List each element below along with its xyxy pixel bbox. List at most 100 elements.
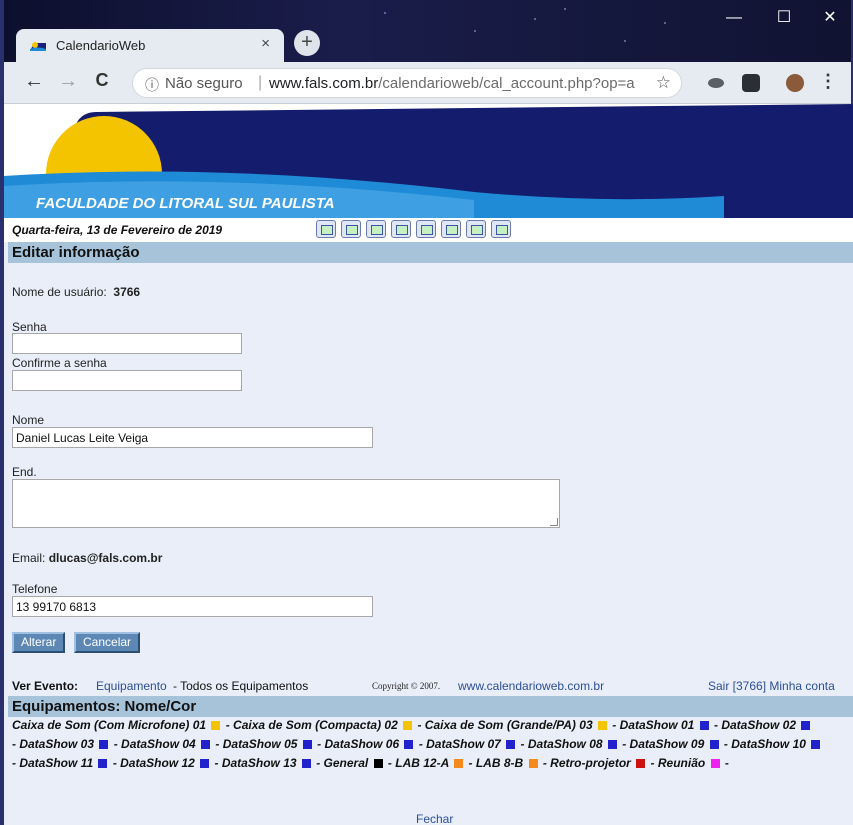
color-swatch [506, 740, 516, 750]
browser-window: CalendarioWeb × + — ☐ ✕ ← → C ⓘ Não segu… [0, 0, 853, 825]
tab-close-icon[interactable]: × [261, 35, 270, 52]
bg-star [474, 30, 476, 32]
confirm-password-field[interactable] [12, 370, 242, 391]
email-value: dlucas@fals.com.br [48, 551, 163, 565]
legend-item: - DataShow 11 [12, 756, 109, 770]
extension-icon[interactable] [708, 78, 724, 88]
color-swatch [211, 721, 221, 731]
color-swatch [201, 740, 211, 750]
print-icon[interactable] [491, 220, 511, 238]
color-swatch [404, 740, 414, 750]
date-bar: Quarta-feira, 13 de Fevereiro de 2019 [4, 218, 853, 242]
color-swatch [801, 721, 811, 731]
address-textarea[interactable] [12, 479, 560, 528]
legend-item: - General [316, 756, 384, 770]
password-field[interactable] [12, 333, 242, 354]
password-label: Senha [12, 320, 47, 334]
legend-item-name: - Caixa de Som (Compacta) 02 [225, 718, 402, 732]
color-swatch [99, 740, 109, 750]
export-icon[interactable] [416, 220, 436, 238]
day-view-icon[interactable] [316, 220, 336, 238]
legend-item-name: - DataShow 01 [612, 718, 698, 732]
legend-item: - LAB 12-A [388, 756, 465, 770]
logo-subtitle: FACULDADE DO LITORAL SUL PAULISTA [36, 195, 335, 212]
bookmark-star-icon[interactable]: ☆ [656, 73, 671, 93]
legend-item-name: - LAB 8-B [468, 756, 527, 770]
phone-field[interactable] [12, 596, 373, 617]
color-swatch [709, 740, 719, 750]
name-field[interactable] [12, 427, 373, 448]
fals-banner: FALS FACULDADE DO LITORAL SUL PAULISTA [4, 104, 853, 218]
forward-button[interactable]: → [56, 70, 80, 93]
browser-menu-icon[interactable]: ⋮ [819, 71, 837, 92]
equipamento-link[interactable]: Equipamento [96, 679, 167, 693]
reload-button[interactable]: C [90, 70, 114, 91]
legend-item-name: - DataShow 12 [112, 756, 199, 770]
legend-item-name: - DataShow 10 [723, 737, 810, 751]
alterar-button[interactable]: Alterar [12, 632, 66, 653]
tree-icon[interactable] [441, 220, 461, 238]
minimize-button[interactable]: — [711, 0, 757, 36]
legend-item-name: - DataShow 13 [214, 756, 300, 770]
url-path: /calendarioweb/cal_account.php?op=a [378, 75, 635, 92]
legend-item: - DataShow 08 [521, 737, 619, 751]
legend-item-name: - DataShow 07 [418, 737, 505, 751]
legend-item: - Caixa de Som (Compacta) 02 [226, 718, 414, 732]
title-bar: CalendarioWeb × + — ☐ ✕ [4, 0, 851, 62]
settings-icon[interactable] [466, 220, 486, 238]
legend-item-name: - DataShow 09 [622, 737, 708, 751]
equipment-legend: Caixa de Som (Com Microfone) 01 - Caixa … [8, 716, 853, 773]
week-view-icon[interactable] [341, 220, 361, 238]
current-date: Quarta-feira, 13 de Fevereiro de 2019 [12, 223, 223, 237]
account-links[interactable]: Sair [3766] Minha conta [708, 679, 835, 693]
color-swatch [200, 759, 210, 769]
close-window-button[interactable]: ✕ [807, 0, 853, 36]
browser-toolbar: ← → C ⓘ Não seguro | www.fals.com.br/cal… [4, 62, 851, 104]
legend-item: - Reunião [651, 756, 722, 770]
legend-item: - DataShow 04 [114, 737, 212, 751]
color-swatch [454, 759, 464, 769]
legend-item: - DataShow 06 [317, 737, 415, 751]
legend-item: - Caixa de Som (Grande/PA) 03 [417, 718, 609, 732]
back-button[interactable]: ← [22, 70, 46, 93]
bg-star [534, 18, 536, 20]
list-icon[interactable] [391, 220, 411, 238]
legend-item-name: - DataShow 06 [317, 737, 403, 751]
color-swatch [98, 759, 108, 769]
browser-tab[interactable]: CalendarioWeb × [16, 29, 284, 62]
legend-heading: Equipamentos: Nome/Cor [8, 696, 853, 717]
page-content: FALS FACULDADE DO LITORAL SUL PAULISTA Q… [4, 104, 853, 825]
ver-evento-label: Ver Evento: [12, 679, 79, 693]
month-view-icon[interactable] [366, 220, 386, 238]
resize-handle[interactable] [550, 518, 558, 526]
legend-item-name: - DataShow 05 [215, 737, 301, 751]
address-bar[interactable]: ⓘ Não seguro | www.fals.com.br/calendari… [132, 68, 682, 98]
equipamento-filter-text: - Todos os Equipamentos [173, 679, 309, 693]
bg-star [384, 12, 386, 14]
phone-label: Telefone [12, 582, 58, 596]
legend-item: Caixa de Som (Com Microfone) 01 [12, 718, 222, 732]
name-label: Nome [12, 413, 45, 427]
legend-item-name: - DataShow 02 [714, 718, 800, 732]
calendarioweb-link[interactable]: www.calendarioweb.com.br [458, 679, 604, 693]
username-row: Nome de usuário: 3766 [12, 285, 140, 299]
color-swatch [528, 759, 538, 769]
view-toolbar [316, 220, 511, 240]
cast-icon[interactable] [742, 74, 760, 92]
url-text[interactable]: www.fals.com.br/calendarioweb/cal_accoun… [269, 75, 649, 92]
page-footer: Ver Evento: Equipamento - Todos os Equip… [8, 678, 853, 696]
profile-avatar-icon[interactable] [786, 74, 804, 92]
cancelar-button[interactable]: Cancelar [74, 632, 141, 653]
info-icon[interactable]: ⓘ [145, 75, 159, 95]
legend-item-name: - DataShow 03 [12, 737, 98, 751]
security-status[interactable]: Não seguro [165, 75, 243, 92]
calendarioweb-favicon-icon [30, 42, 46, 51]
maximize-button[interactable]: ☐ [761, 0, 807, 36]
fechar-link[interactable]: Fechar [416, 812, 453, 825]
legend-item-name: - Caixa de Som (Grande/PA) 03 [417, 718, 596, 732]
email-label: Email: [12, 551, 46, 565]
username-value: 3766 [113, 285, 141, 299]
new-tab-button[interactable]: + [294, 30, 320, 56]
color-swatch [710, 759, 720, 769]
legend-item: - Retro-projetor [543, 756, 647, 770]
